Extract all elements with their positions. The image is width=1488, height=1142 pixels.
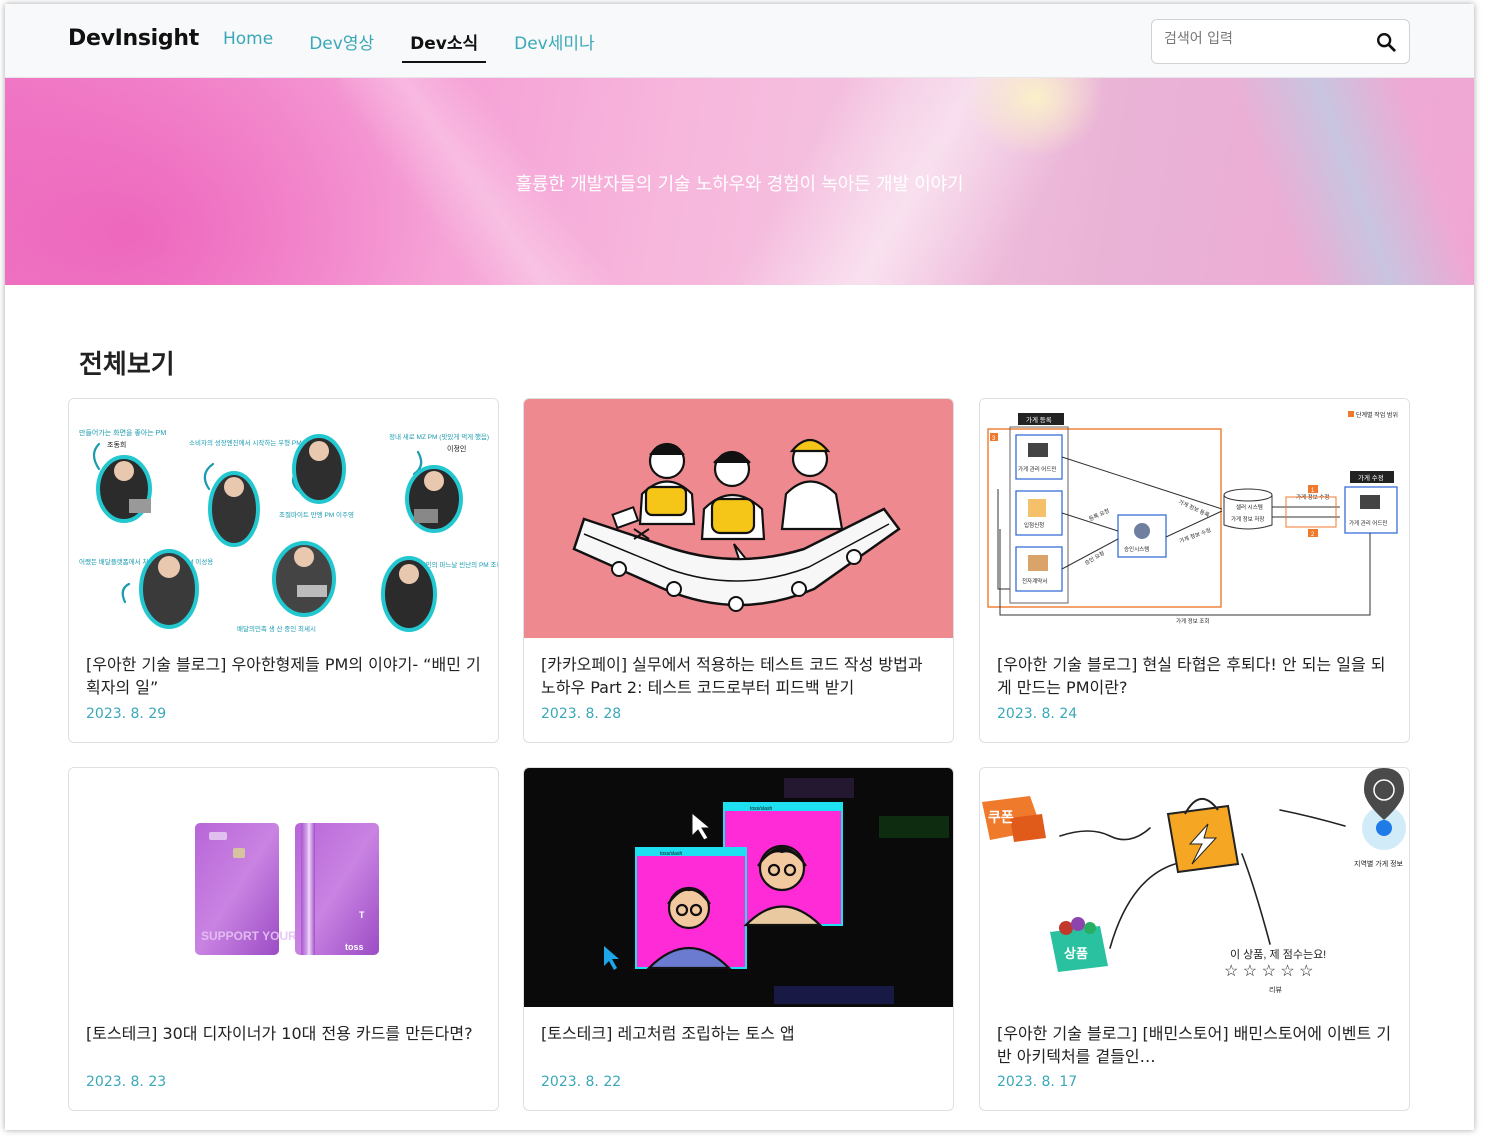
card1-label: 정내 새로 MZ PM (맛있게 먹게 했음) — [389, 432, 489, 441]
search-input[interactable] — [1164, 31, 1364, 47]
top-header: DevInsight Home Dev영상 Dev소식 Dev세미나 — [5, 4, 1474, 78]
nav-home[interactable]: Home — [215, 4, 281, 78]
post-card[interactable]: toss/slash toss/slash [토스테크] 레고처럼 조립하는 토… — [523, 767, 954, 1111]
post-date: 2023. 8. 24 — [997, 706, 1078, 722]
post-card[interactable]: 쿠폰 상품 이 상품, 제 점수는요! ☆ ☆ ☆ ☆ ☆ 리뷰 지역별 가게 … — [979, 767, 1410, 1111]
card1-label: 조동희 — [107, 440, 126, 449]
card1-label: 만들어가는 화면을 좋아는 PM — [79, 428, 166, 437]
search-box — [1151, 19, 1410, 64]
diagram-label: 전자계약서 — [1022, 577, 1047, 585]
post-date: 2023. 8. 28 — [541, 706, 622, 722]
nav-dev-video[interactable]: Dev영상 — [301, 4, 382, 78]
review-label: 리뷰 — [1269, 985, 1282, 994]
diagram-label: 가게 등록 — [1026, 415, 1052, 424]
nav-dev-seminar[interactable]: Dev세미나 — [506, 4, 603, 78]
hero-banner: 훌륭한 개발자들의 기술 노하우와 경험이 녹아든 개발 이야기 — [5, 78, 1474, 285]
diagram-label: 가게 정보 저장 — [1231, 515, 1264, 523]
section-title: 전체보기 — [79, 350, 175, 380]
post-date: 2023. 8. 29 — [86, 706, 167, 722]
diagram-label: 단계별 작업 범위 — [1356, 411, 1398, 419]
diagram-label: 가게 관리 어드민 — [1018, 465, 1056, 473]
hero-tagline: 훌륭한 개발자들의 기술 노하우와 경험이 녹아든 개발 이야기 — [515, 174, 964, 195]
card1-label: 이정인 — [447, 444, 466, 453]
card1-label: 배달의민족 생 산 중인 최세시 — [237, 624, 316, 633]
review-prompt: 이 상품, 제 점수는요! — [1230, 948, 1326, 961]
post-thumbnail: SUPPORT YOUR YOUTH T toss — [69, 768, 498, 1007]
post-card[interactable]: [카카오페이] 실무에서 적용하는 테스트 코드 작성 방법과 노하우 Part… — [523, 398, 954, 743]
post-thumbnail: toss/slash toss/slash — [524, 768, 953, 1007]
post-date: 2023. 8. 23 — [86, 1074, 167, 1090]
main-nav: Home Dev영상 Dev소식 Dev세미나 — [215, 4, 623, 78]
window-title: toss/slash — [750, 806, 772, 812]
post-title[interactable]: [우아한 기술 블로그] [배민스토어] 배민스토어에 이벤트 기반 아키텍처를… — [997, 1022, 1392, 1068]
post-thumbnail: 쿠폰 상품 이 상품, 제 점수는요! ☆ ☆ ☆ ☆ ☆ 리뷰 지역별 가게 … — [980, 768, 1409, 1007]
nav-dev-news[interactable]: Dev소식 — [402, 4, 487, 78]
post-title[interactable]: [우아한 기술 블로그] 현실 타협은 후퇴다! 안 되는 일을 되게 만드는 … — [997, 653, 1392, 699]
site-logo[interactable]: DevInsight — [68, 26, 199, 51]
card1-label: 조절마이트 만엥 PM 이주영 — [279, 510, 354, 519]
post-thumbnail: 만들어가는 화면을 좋아는 PM 소비자의 성장엔진에서 시작하는 우형 PM … — [69, 399, 498, 638]
product-label: 상품 — [1064, 946, 1088, 961]
diagram-label: 가게 관리 어드민 — [1349, 519, 1387, 527]
post-date: 2023. 8. 22 — [541, 1074, 622, 1090]
browser-frame: DevInsight Home Dev영상 Dev소식 Dev세미나 훌륭한 개… — [5, 4, 1474, 1130]
post-thumbnail — [524, 399, 953, 638]
post-title[interactable]: [토스테크] 30대 디자이너가 10대 전용 카드를 만든다면? — [86, 1022, 481, 1045]
diagram-label: 승인시스템 — [1124, 546, 1149, 553]
rating-stars: ☆ ☆ ☆ ☆ ☆ — [1224, 963, 1314, 980]
card-text: toss — [345, 942, 364, 952]
post-card[interactable]: 3 가게 등록 단계별 작업 범위 가게 관리 어드민 입점신청 전자계약서 승… — [979, 398, 1410, 743]
card-text: T — [359, 910, 365, 920]
diagram-label: 입점신청 — [1024, 521, 1044, 529]
diagram-label: 가게 수정 — [1358, 473, 1384, 482]
post-title[interactable]: [토스테크] 레고처럼 조립하는 토스 앱 — [541, 1022, 936, 1045]
post-title[interactable]: [우아한 기술 블로그] 우아한형제들 PM의 이야기- “배민 기획자의 일” — [86, 653, 481, 699]
search-icon[interactable] — [1375, 31, 1397, 53]
diagram-label: 셀러 시스템 — [1236, 503, 1263, 511]
diagram-label: 가게 정보 조회 — [1176, 617, 1209, 625]
post-card[interactable]: 만들어가는 화면을 좋아는 PM 소비자의 성장엔진에서 시작하는 우형 PM … — [68, 398, 499, 743]
post-card[interactable]: SUPPORT YOUR YOUTH T toss [토스테크] 30대 디자이… — [68, 767, 499, 1111]
post-thumbnail: 3 가게 등록 단계별 작업 범위 가게 관리 어드민 입점신청 전자계약서 승… — [980, 399, 1409, 638]
map-label: 지역별 가게 정보 — [1354, 859, 1404, 868]
window-title: toss/slash — [660, 851, 682, 857]
coupon-label: 쿠폰 — [988, 809, 1014, 825]
post-date: 2023. 8. 17 — [997, 1074, 1078, 1090]
post-title[interactable]: [카카오페이] 실무에서 적용하는 테스트 코드 작성 방법과 노하우 Part… — [541, 653, 936, 699]
